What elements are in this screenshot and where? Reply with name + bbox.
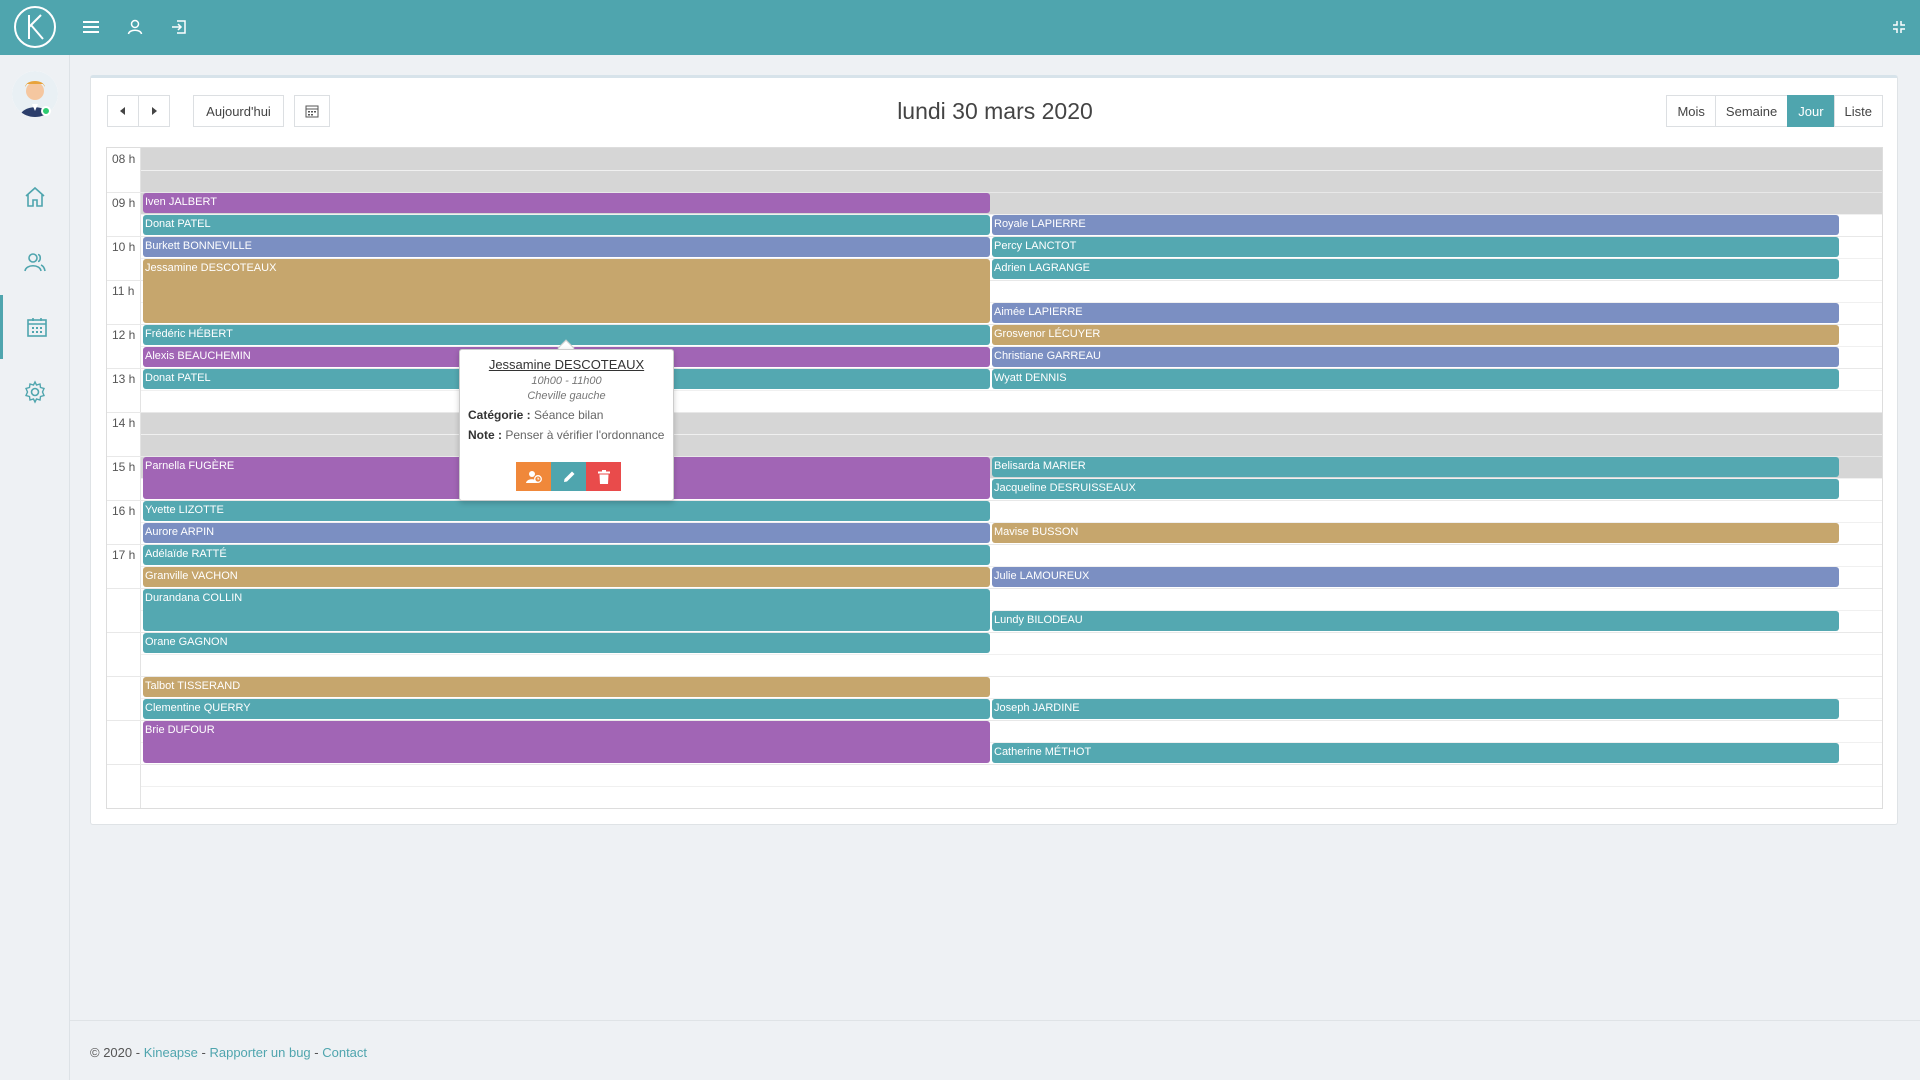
footer: © 2020 - Kineapse - Rapporter un bug - C…	[70, 1020, 1920, 1080]
appointment-event[interactable]: Jessamine DESCOTEAUX	[143, 259, 990, 323]
online-status-dot	[41, 106, 51, 116]
appointment-event[interactable]: Adrien LAGRANGE	[992, 259, 1839, 279]
appointment-event[interactable]: Mavise BUSSON	[992, 523, 1839, 543]
menu-icon[interactable]	[78, 14, 104, 40]
delete-event-button[interactable]	[586, 462, 621, 491]
calendar-icon	[26, 318, 47, 337]
pencil-icon	[563, 471, 574, 482]
popover-note: Note : Penser à vérifier l'ordonnance	[460, 428, 673, 442]
slot-line	[141, 434, 1882, 435]
view-week-button[interactable]: Semaine	[1714, 95, 1789, 127]
slot-line	[107, 764, 1882, 765]
top-bar	[0, 0, 1920, 55]
footer-text: © 2020 - Kineapse - Rapporter un bug - C…	[90, 1045, 367, 1060]
appointment-event[interactable]: Catherine MÉTHOT	[992, 743, 1839, 763]
hour-label: 10 h	[112, 240, 136, 254]
appointment-event[interactable]: Christiane GARREAU	[992, 347, 1839, 367]
user-avatar-icon	[12, 71, 58, 117]
hour-label: 08 h	[112, 152, 136, 166]
appointment-event[interactable]: Adélaïde RATTÉ	[143, 545, 990, 565]
footer-copyright: © 2020 -	[90, 1045, 141, 1060]
slot-line	[141, 786, 1882, 787]
avatar[interactable]	[12, 71, 58, 117]
appointment-event[interactable]: Burkett BONNEVILLE	[143, 237, 990, 257]
popover-note-value: Penser à vérifier l'ordonnance	[505, 428, 665, 442]
popover-actions	[516, 462, 621, 491]
appointment-event[interactable]: Iven JALBERT	[143, 193, 990, 213]
sidebar-item-settings[interactable]	[0, 360, 70, 424]
appointment-event[interactable]: Joseph JARDINE	[992, 699, 1839, 719]
user-clock-icon	[525, 470, 542, 483]
footer-separator: -	[197, 1045, 210, 1060]
appointment-event[interactable]: Belisarda MARIER	[992, 457, 1839, 477]
day-grid: 08 h 09 h 10 h 11 h 12 h 13 h 14 h 15 h 16 h 17 h…	[106, 147, 1883, 809]
appointment-event[interactable]: Durandana COLLIN	[143, 589, 990, 631]
appointment-event[interactable]: Donat PATEL	[143, 215, 990, 235]
appointment-event[interactable]: Clementine QUERRY	[143, 699, 990, 719]
hour-label: 16 h	[112, 504, 136, 518]
footer-report-bug-link[interactable]: Rapporter un bug	[209, 1045, 310, 1060]
sidebar-item-patients[interactable]	[0, 230, 70, 294]
calendar-title: lundi 30 mars 2020	[897, 98, 1093, 124]
view-day-button[interactable]: Jour	[1787, 95, 1835, 127]
popover-category-value: Séance bilan	[534, 408, 604, 422]
trash-icon	[597, 469, 610, 484]
app-logo[interactable]	[14, 6, 56, 48]
user-icon[interactable]	[122, 14, 148, 40]
slot-line	[141, 390, 1882, 391]
view-list-button[interactable]: Liste	[1833, 95, 1883, 127]
collapse-fullscreen-icon[interactable]	[1886, 14, 1912, 40]
appointment-event[interactable]: Julie LAMOUREUX	[992, 567, 1839, 587]
appointment-event[interactable]: Jacqueline DESRUISSEAUX	[992, 479, 1839, 499]
appointment-event[interactable]: Wyatt DENNIS	[992, 369, 1839, 389]
footer-separator: -	[310, 1045, 323, 1060]
appointment-event[interactable]: Orane GAGNON	[143, 633, 990, 653]
popover-category-label: Catégorie :	[468, 408, 531, 422]
hour-label: 17 h	[112, 548, 136, 562]
popover-note-label: Note :	[468, 428, 502, 442]
sidebar-item-calendar[interactable]	[0, 295, 70, 359]
appointment-event[interactable]: Talbot TISSERAND	[143, 677, 990, 697]
appointment-event[interactable]: Yvette LIZOTTE	[143, 501, 990, 521]
footer-contact-link[interactable]: Contact	[322, 1045, 367, 1060]
slot-line	[141, 170, 1882, 171]
appointment-event[interactable]: Lundy BILODEAU	[992, 611, 1839, 631]
hour-label: 13 h	[112, 372, 136, 386]
appointment-event[interactable]: Royale LAPIERRE	[992, 215, 1839, 235]
footer-brand-link[interactable]: Kineapse	[144, 1045, 198, 1060]
event-popover: Jessamine DESCOTEAUX 10h00 - 11h00 Chevi…	[459, 349, 674, 501]
slot-line	[141, 654, 1882, 655]
popover-patient-name[interactable]: Jessamine DESCOTEAUX	[460, 357, 673, 372]
gear-icon	[25, 380, 45, 404]
popover-category: Catégorie : Séance bilan	[460, 408, 673, 422]
logo-k-icon	[28, 14, 44, 40]
appointment-event[interactable]: Brie DUFOUR	[143, 721, 990, 763]
users-icon	[24, 253, 46, 272]
hour-label: 11 h	[112, 284, 135, 298]
appointment-event[interactable]: Aimée LAPIERRE	[992, 303, 1839, 323]
popover-time: 10h00 - 11h00	[531, 375, 602, 387]
patient-profile-button[interactable]	[516, 462, 551, 491]
view-switcher: Mois Semaine Jour Liste	[1666, 95, 1883, 127]
hour-label: 14 h	[112, 416, 136, 430]
popover-location: Cheville gauche	[527, 390, 606, 402]
appointment-event[interactable]: Granville VACHON	[143, 567, 990, 587]
hour-label: 15 h	[112, 460, 136, 474]
appointment-event[interactable]: Aurore ARPIN	[143, 523, 990, 543]
home-icon	[25, 186, 45, 207]
hour-label: 12 h	[112, 328, 136, 342]
appointment-event[interactable]: Grosvenor LÉCUYER	[992, 325, 1839, 345]
hour-label: 09 h	[112, 196, 136, 210]
logout-icon[interactable]	[166, 14, 192, 40]
edit-event-button[interactable]	[551, 462, 586, 491]
appointment-event[interactable]: Percy LANCTOT	[992, 237, 1839, 257]
slot-line	[107, 412, 1882, 413]
sidebar	[0, 55, 70, 1080]
view-month-button[interactable]: Mois	[1666, 95, 1716, 127]
sidebar-item-home[interactable]	[0, 165, 70, 229]
